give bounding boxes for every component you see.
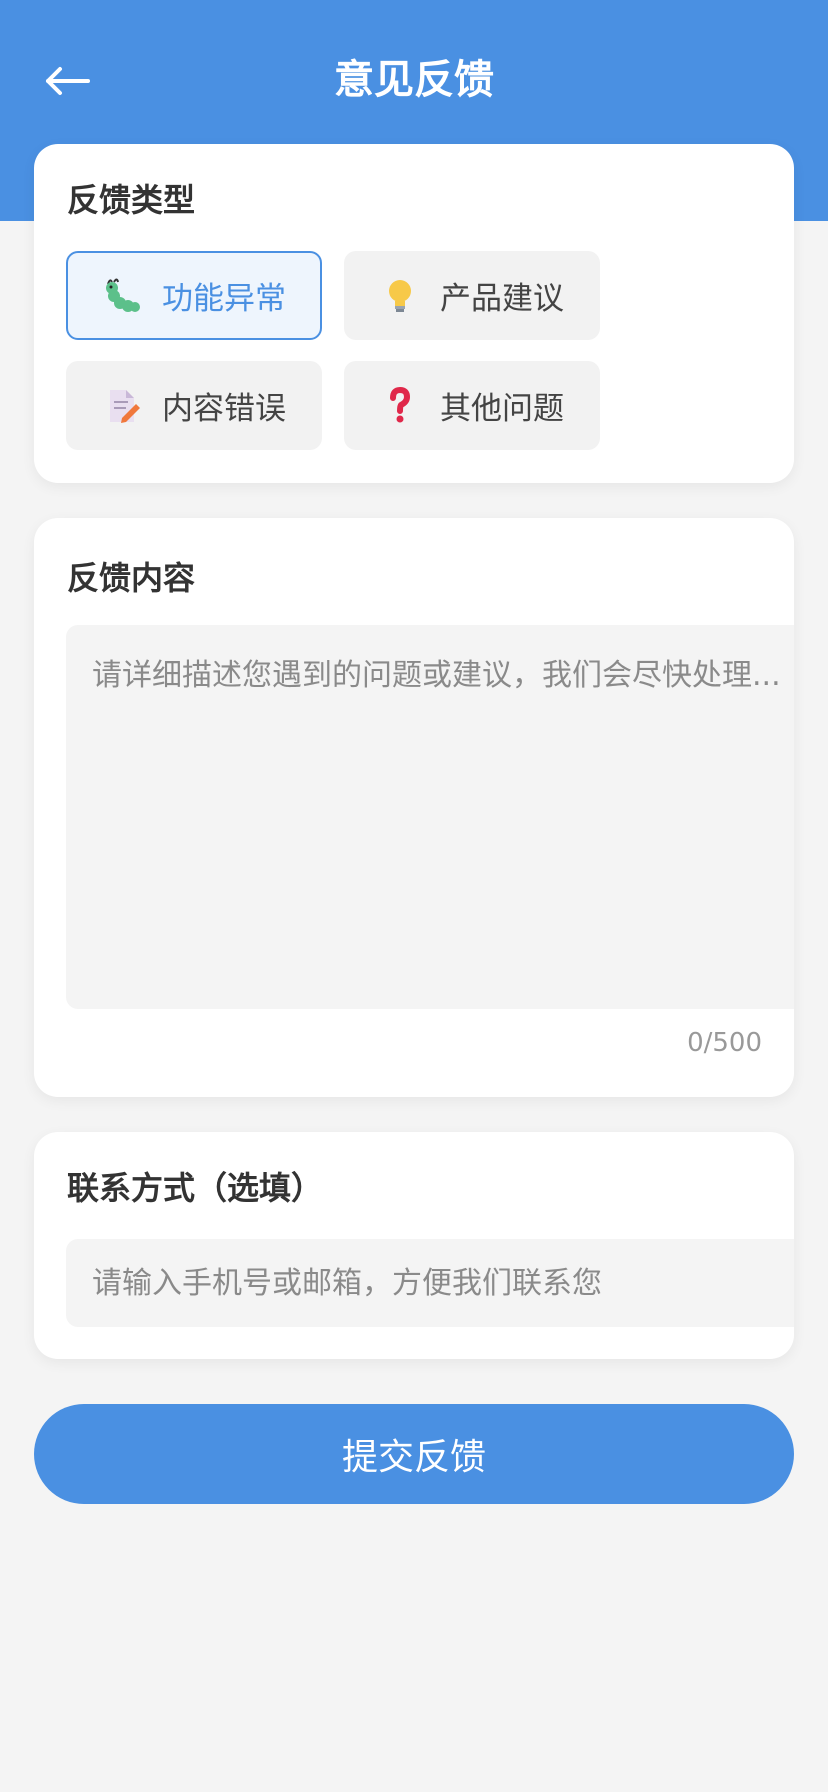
character-counter: 0/500 — [687, 1028, 762, 1058]
contact-card: 联系方式（选填） — [34, 1132, 794, 1359]
feedback-content-title: 反馈内容 — [67, 559, 196, 597]
feedback-type-card: 反馈类型 功能异常 产品建议 内容错误 其他问题 — [34, 144, 794, 483]
type-option-function-error[interactable]: 功能异常 — [66, 251, 322, 340]
question-mark-icon — [380, 386, 420, 426]
contact-title: 联系方式（选填） — [67, 1169, 324, 1207]
type-option-label: 产品建议 — [440, 281, 564, 317]
document-edit-icon — [102, 386, 142, 426]
type-option-content-error[interactable]: 内容错误 — [66, 361, 322, 450]
lightbulb-icon — [380, 276, 420, 316]
bug-icon — [102, 276, 142, 316]
type-option-other[interactable]: 其他问题 — [344, 361, 600, 450]
submit-button[interactable]: 提交反馈 — [34, 1404, 794, 1504]
page-title: 意见反馈 — [334, 57, 494, 103]
type-option-label: 其他问题 — [440, 391, 564, 427]
type-option-label: 功能异常 — [162, 281, 286, 317]
type-option-label: 内容错误 — [162, 391, 286, 427]
type-option-product-suggestion[interactable]: 产品建议 — [344, 251, 600, 340]
contact-input[interactable] — [66, 1239, 794, 1327]
feedback-content-textarea[interactable] — [66, 625, 794, 1009]
feedback-type-title: 反馈类型 — [67, 181, 196, 219]
feedback-content-card: 反馈内容 0/500 — [34, 518, 794, 1097]
